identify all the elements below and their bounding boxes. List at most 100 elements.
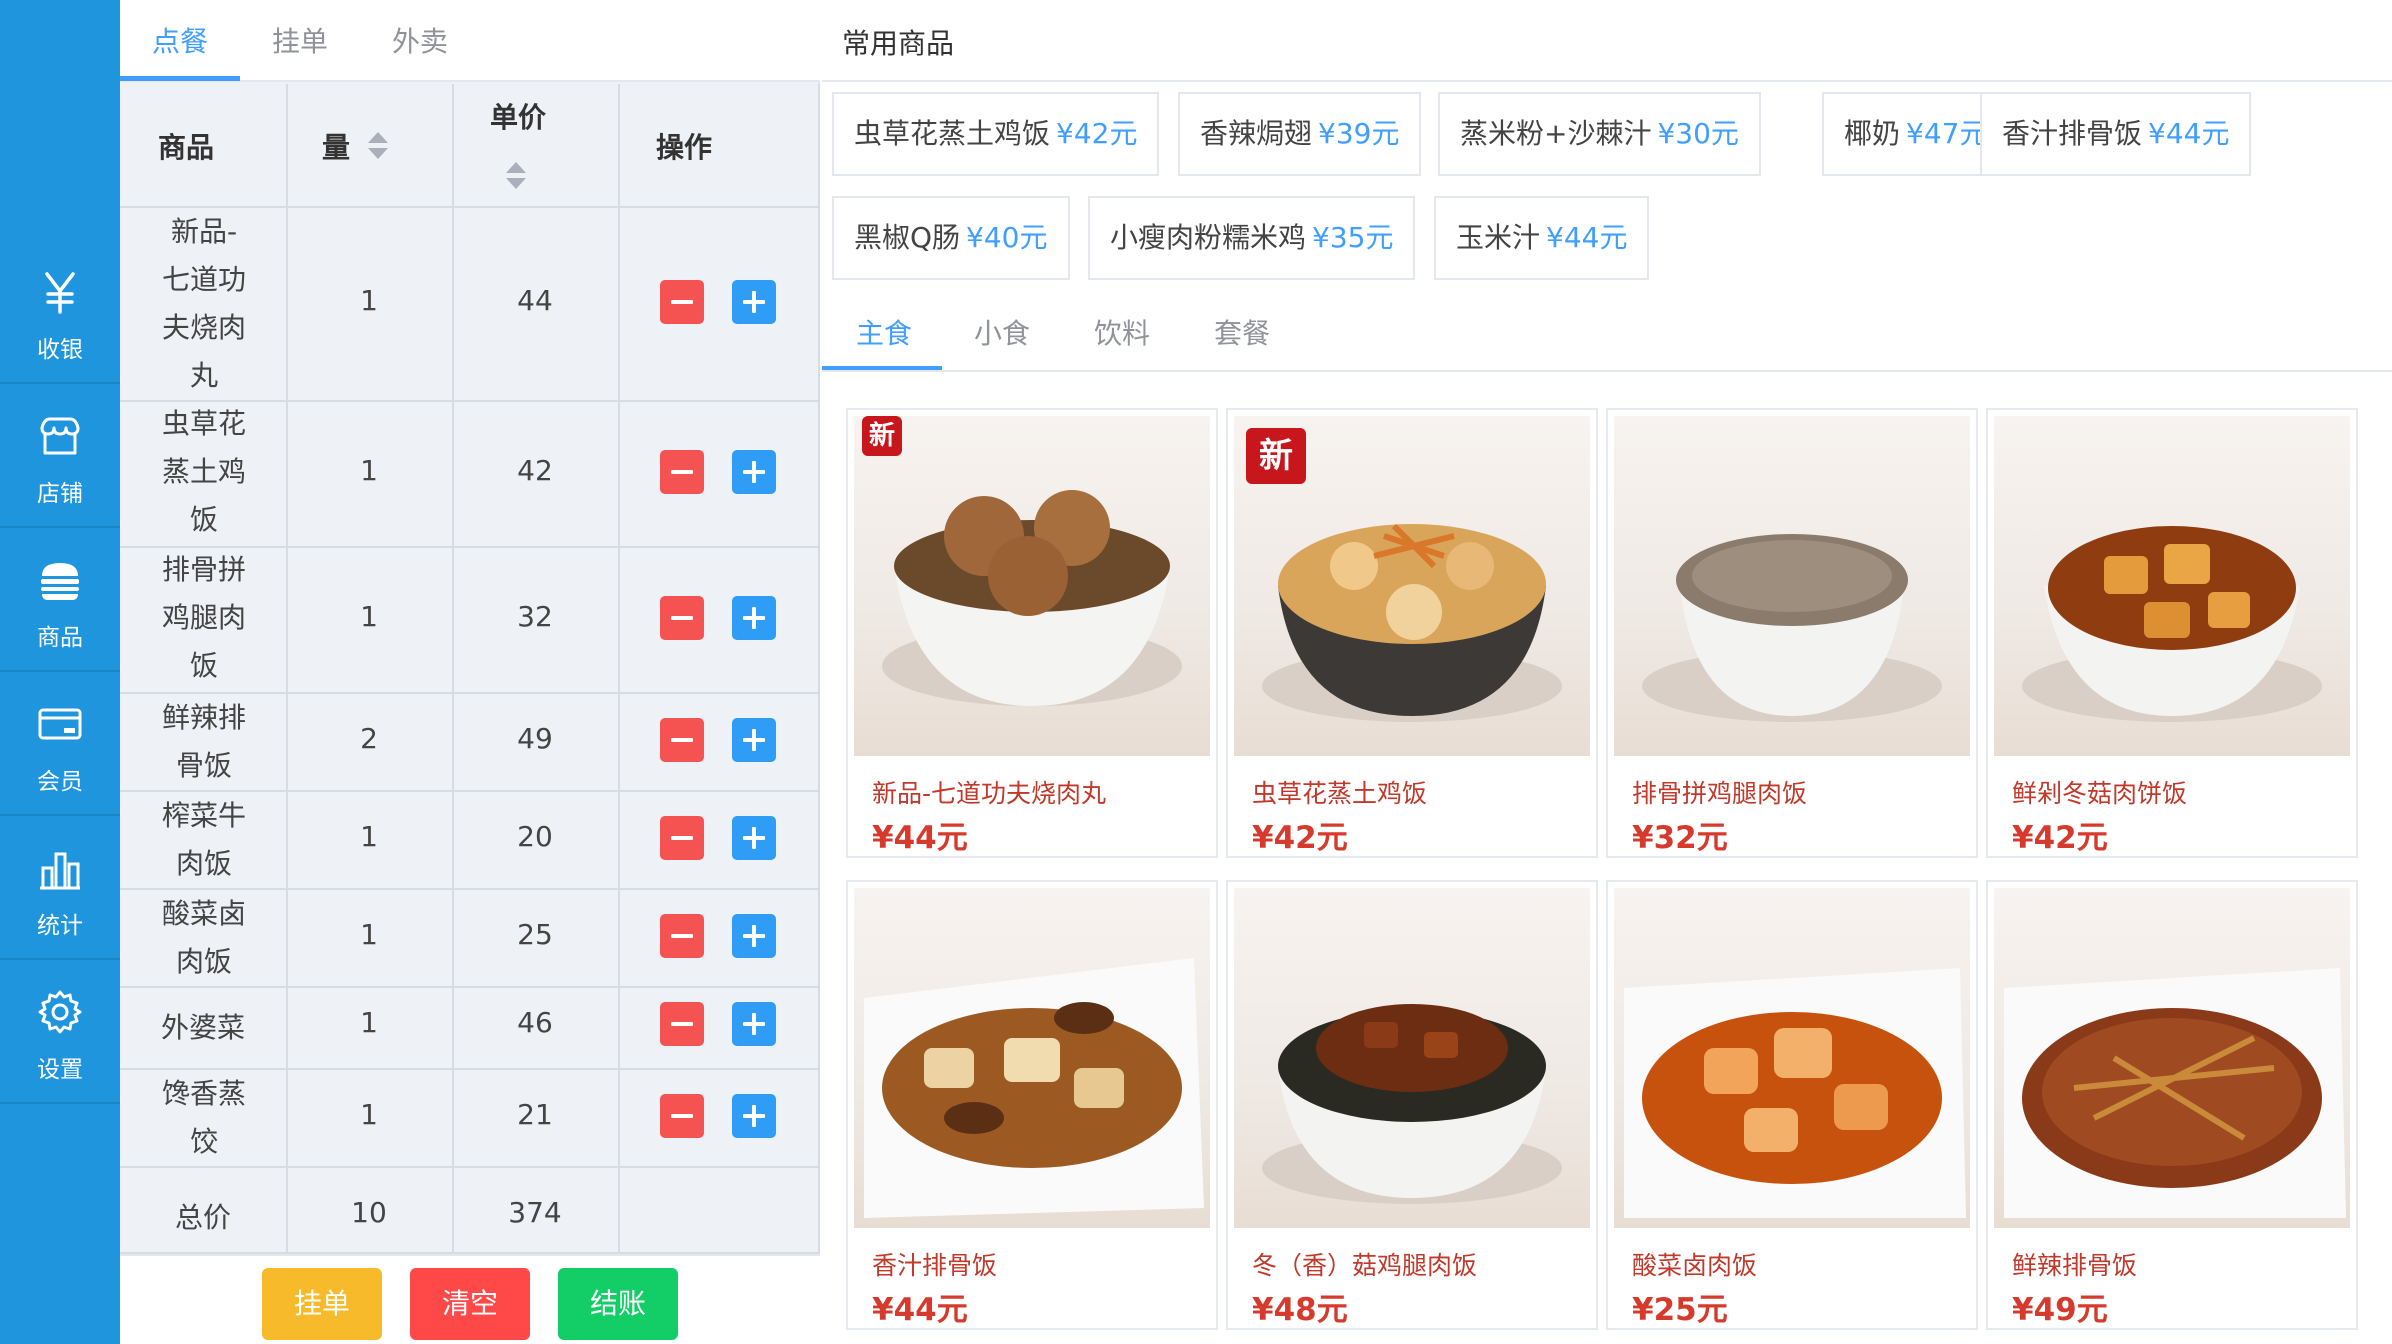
product-price: ¥48元 [1252, 1292, 1348, 1328]
nav-item-settings[interactable]: 设置 [0, 960, 120, 1104]
favorite-item-name: 椰奶 [1844, 117, 1901, 150]
product-image [1994, 888, 2350, 1228]
divider [822, 370, 2392, 372]
nav-item-stats[interactable]: 统计 [0, 816, 120, 960]
favorite-item-price: ¥35元 [1312, 221, 1394, 254]
sort-arrows-icon[interactable] [368, 132, 388, 160]
row-item-name: 新品-七道功夫烧肉丸 [161, 215, 246, 392]
increase-qty-button[interactable] [732, 596, 776, 640]
favorite-item-price: ¥40元 [966, 221, 1048, 254]
product-price: ¥25元 [1632, 1292, 1728, 1328]
favorites-title: 常用商品 [842, 27, 955, 60]
row-price: 44 [517, 284, 553, 317]
order-action-bar: 挂单 清空 结账 [120, 1254, 820, 1344]
product-price: ¥44元 [872, 1292, 968, 1328]
increase-qty-button[interactable] [732, 816, 776, 860]
favorite-item[interactable]: 黑椒Q肠 ¥40元 [832, 196, 1070, 280]
row-qty: 1 [360, 284, 378, 317]
hold-order-button[interactable]: 挂单 [262, 1268, 382, 1340]
row-price: 42 [517, 454, 553, 487]
favorite-item-price: ¥30元 [1657, 117, 1739, 150]
decrease-qty-button[interactable] [660, 914, 704, 958]
product-price: ¥42元 [1252, 820, 1348, 856]
row-price: 21 [517, 1098, 553, 1131]
divider [120, 1166, 820, 1168]
product-card[interactable]: 香汁排骨饭 ¥44元 [846, 880, 1218, 1330]
nav-item-store[interactable]: 店铺 [0, 384, 120, 528]
increase-qty-button[interactable] [732, 1002, 776, 1046]
increase-qty-button[interactable] [732, 1094, 776, 1138]
product-name: 香汁排骨饭 [872, 1251, 998, 1280]
row-item-name: 榨菜牛肉饭 [161, 799, 246, 880]
row-qty: 1 [360, 454, 378, 487]
favorite-item-name: 香辣焗翅 [1200, 117, 1313, 150]
product-price: ¥42元 [2012, 820, 2108, 856]
tab-takeout[interactable]: 外卖 [392, 20, 448, 60]
store-icon [34, 410, 86, 462]
main-sidebar: 收银 店铺 商品 会员 统计 设置 [0, 0, 120, 1344]
product-image [1614, 416, 1970, 756]
favorite-item[interactable]: 虫草花蒸土鸡饭 ¥42元 [832, 92, 1160, 176]
nav-item-cashier[interactable]: 收银 [0, 240, 120, 384]
sort-arrows-icon[interactable] [506, 162, 526, 190]
decrease-qty-button[interactable] [660, 718, 704, 762]
decrease-qty-button[interactable] [660, 1002, 704, 1046]
product-card[interactable]: 鲜剁冬菇肉饼饭 ¥42元 [1986, 408, 2358, 858]
favorite-item[interactable]: 小瘦肉粉糯米鸡 ¥35元 [1088, 196, 1416, 280]
checkout-button[interactable]: 结账 [558, 1268, 678, 1340]
order-table: 商品 量 单价 操作 新品-七道功夫烧肉丸 1 44 虫草花蒸土鸡饭 1 42 … [120, 84, 820, 1254]
product-card[interactable]: 新 新品-七道功夫烧肉丸 ¥44元 [846, 408, 1218, 858]
favorite-item-price: ¥47元 [1906, 117, 1988, 150]
column-header-qty[interactable]: 量 [322, 126, 350, 166]
row-qty: 1 [360, 820, 378, 853]
increase-qty-button[interactable] [732, 450, 776, 494]
product-image [854, 888, 1210, 1228]
nav-label: 商品 [37, 625, 83, 651]
row-qty: 1 [360, 600, 378, 633]
favorite-item[interactable]: 玉米汁 ¥44元 [1434, 196, 1650, 280]
increase-qty-button[interactable] [732, 718, 776, 762]
favorite-item-price: ¥42元 [1056, 117, 1138, 150]
nav-item-products[interactable]: 商品 [0, 528, 120, 672]
column-header-price[interactable]: 单价 [490, 96, 546, 136]
nav-label: 统计 [37, 913, 83, 939]
product-card[interactable]: 新 虫草花蒸土鸡饭 ¥42元 [1226, 408, 1598, 858]
clear-order-button[interactable]: 清空 [410, 1268, 530, 1340]
product-image [1614, 888, 1970, 1228]
decrease-qty-button[interactable] [660, 450, 704, 494]
tab-dine-in[interactable]: 点餐 [152, 20, 208, 60]
tab-staples[interactable]: 主食 [856, 312, 912, 352]
row-qty: 2 [360, 722, 378, 755]
yen-icon [34, 266, 86, 318]
table-header [120, 84, 820, 208]
decrease-qty-button[interactable] [660, 596, 704, 640]
tab-held-orders[interactable]: 挂单 [272, 20, 328, 60]
favorite-item[interactable]: 香汁排骨饭 ¥44元 [1980, 92, 2252, 176]
tab-snacks[interactable]: 小食 [974, 312, 1030, 352]
row-qty: 1 [360, 1006, 378, 1039]
total-price: 374 [508, 1196, 562, 1229]
favorite-item-name: 虫草花蒸土鸡饭 [854, 117, 1051, 150]
new-badge: 新 [1246, 428, 1306, 484]
product-card[interactable]: 排骨拼鸡腿肉饭 ¥32元 [1606, 408, 1978, 858]
decrease-qty-button[interactable] [660, 1094, 704, 1138]
increase-qty-button[interactable] [732, 914, 776, 958]
nav-item-members[interactable]: 会员 [0, 672, 120, 816]
product-card[interactable]: 冬（香）菇鸡腿肉饭 ¥48元 [1226, 880, 1598, 1330]
tab-combos[interactable]: 套餐 [1214, 312, 1270, 352]
favorite-item[interactable]: 蒸米粉+沙棘汁 ¥30元 [1438, 92, 1761, 176]
decrease-qty-button[interactable] [660, 816, 704, 860]
tab-drinks[interactable]: 饮料 [1094, 312, 1150, 352]
favorite-item-price: ¥44元 [1546, 221, 1628, 254]
row-price: 49 [517, 722, 553, 755]
new-badge: 新 [862, 416, 902, 456]
product-card[interactable]: 鲜辣排骨饭 ¥49元 [1986, 880, 2358, 1330]
divider [286, 84, 288, 1254]
increase-qty-button[interactable] [732, 280, 776, 324]
order-panel: 点餐 挂单 外卖 商品 量 单价 操作 新品-七道功夫烧肉丸 1 44 虫草花蒸… [120, 0, 820, 1344]
product-image [1994, 416, 2350, 756]
favorite-item[interactable]: 香辣焗翅 ¥39元 [1178, 92, 1422, 176]
burger-icon [34, 554, 86, 606]
product-card[interactable]: 酸菜卤肉饭 ¥25元 [1606, 880, 1978, 1330]
decrease-qty-button[interactable] [660, 280, 704, 324]
